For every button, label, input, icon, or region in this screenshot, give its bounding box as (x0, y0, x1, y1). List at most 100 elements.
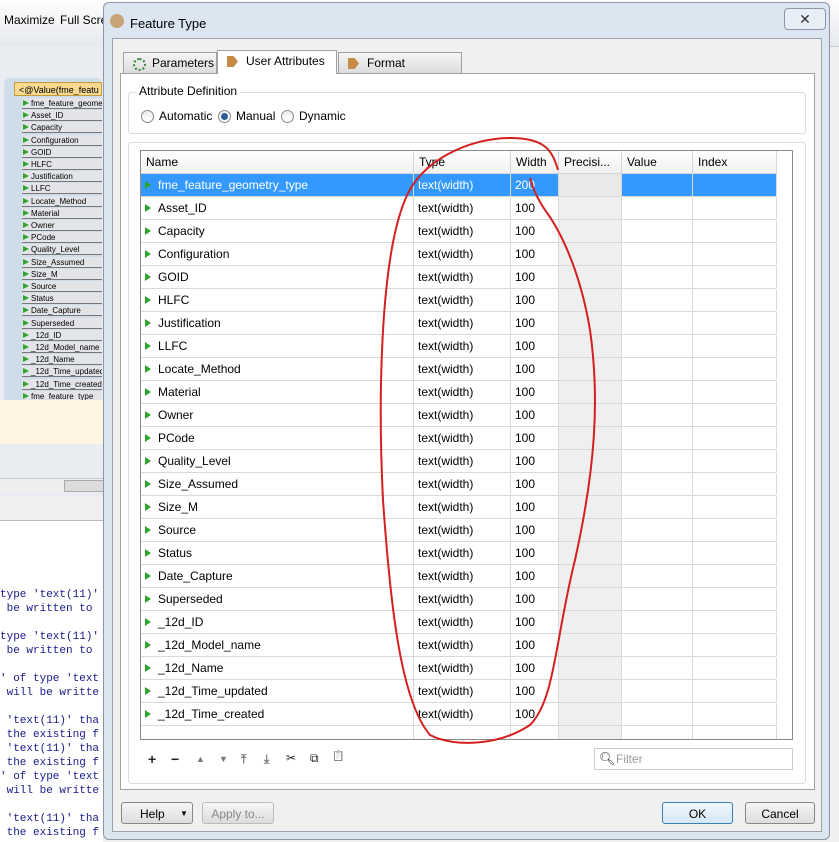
column-header[interactable]: Precisi... (559, 151, 622, 174)
tab-parameters[interactable]: Parameters (123, 52, 217, 73)
tree-attribute-item[interactable]: GOID (22, 146, 102, 158)
index-cell[interactable] (693, 358, 777, 380)
width-cell[interactable]: 100 (511, 565, 559, 587)
width-cell[interactable]: 100 (511, 427, 559, 449)
table-row[interactable]: _12d_Time_created text(width) 100 (141, 703, 777, 726)
type-cell[interactable]: text(width) (414, 634, 511, 656)
precision-cell[interactable] (559, 565, 622, 587)
width-cell[interactable]: 100 (511, 519, 559, 541)
table-row[interactable]: Size_M text(width) 100 (141, 496, 777, 519)
name-cell[interactable]: Status (141, 542, 414, 564)
precision-cell[interactable] (559, 381, 622, 403)
table-row[interactable]: _12d_ID text(width) 100 (141, 611, 777, 634)
index-cell[interactable] (693, 450, 777, 472)
expand-icon[interactable] (145, 296, 151, 304)
tree-attribute-item[interactable]: Material (22, 207, 102, 219)
type-cell[interactable]: text(width) (414, 197, 511, 219)
name-cell[interactable]: LLFC (141, 335, 414, 357)
type-cell[interactable]: text(width) (414, 312, 511, 334)
expand-icon[interactable] (145, 411, 151, 419)
radio-automatic[interactable]: Automatic (141, 108, 212, 124)
precision-cell[interactable] (559, 312, 622, 334)
tree-attribute-item[interactable]: Date_Capture (22, 305, 102, 317)
name-cell[interactable]: _12d_Time_updated (141, 680, 414, 702)
tree-attribute-item[interactable]: Source (22, 281, 102, 292)
tree-attribute-item[interactable]: Justification (22, 171, 102, 183)
precision-cell[interactable] (559, 335, 622, 357)
expand-icon[interactable] (145, 687, 151, 695)
width-cell[interactable]: 100 (511, 266, 559, 288)
name-cell[interactable]: Asset_ID (141, 197, 414, 219)
move-top-button[interactable]: ⤒ (241, 752, 246, 767)
remove-row-button[interactable]: − (171, 751, 179, 767)
expand-icon[interactable] (145, 710, 151, 718)
table-row[interactable]: GOID text(width) 100 (141, 266, 777, 289)
width-cell[interactable]: 100 (511, 358, 559, 380)
type-cell[interactable]: text(width) (414, 680, 511, 702)
precision-cell[interactable] (559, 404, 622, 426)
expand-icon[interactable] (145, 664, 151, 672)
type-cell[interactable]: text(width) (414, 427, 511, 449)
value-cell[interactable] (622, 312, 693, 334)
index-cell[interactable] (693, 634, 777, 656)
precision-cell[interactable] (559, 519, 622, 541)
table-row[interactable]: Locate_Method text(width) 100 (141, 358, 777, 381)
column-header[interactable]: Index (693, 151, 777, 174)
precision-cell[interactable] (559, 289, 622, 311)
tree-attribute-item[interactable]: fme_feature_geomet (22, 98, 102, 109)
expand-icon[interactable] (145, 549, 151, 557)
value-cell[interactable] (622, 496, 693, 518)
index-cell[interactable] (693, 726, 777, 739)
tree-attribute-item[interactable]: _12d_Name (22, 354, 102, 366)
tree-attribute-item[interactable]: Asset_ID (22, 110, 102, 122)
cancel-button[interactable]: Cancel (745, 802, 815, 824)
name-cell[interactable]: _12d_Time_created (141, 703, 414, 725)
value-cell[interactable] (622, 703, 693, 725)
copy-button[interactable]: ⧉ (310, 751, 319, 766)
fullscreen-button[interactable]: Full Scre (60, 13, 107, 27)
tree-attribute-item[interactable]: _12d_Time_updated (22, 366, 102, 378)
width-cell[interactable]: 100 (511, 703, 559, 725)
table-row[interactable]: Quality_Level text(width) 100 (141, 450, 777, 473)
table-row[interactable]: _12d_Name text(width) 100 (141, 657, 777, 680)
index-cell[interactable] (693, 266, 777, 288)
table-row[interactable]: _12d_Model_name text(width) 100 (141, 634, 777, 657)
add-row-button[interactable]: + (148, 751, 156, 767)
name-cell[interactable]: fme_feature_geometry_type (141, 174, 414, 196)
cut-button[interactable]: ✂ (286, 751, 296, 765)
index-cell[interactable] (693, 381, 777, 403)
width-cell[interactable]: 100 (511, 473, 559, 495)
precision-cell[interactable] (559, 174, 622, 196)
index-cell[interactable] (693, 496, 777, 518)
expand-icon[interactable] (145, 434, 151, 442)
table-row[interactable]: Owner text(width) 100 (141, 404, 777, 427)
table-row[interactable]: Material text(width) 100 (141, 381, 777, 404)
table-row[interactable]: _12d_Time_updated text(width) 100 (141, 680, 777, 703)
width-cell[interactable]: 100 (511, 404, 559, 426)
table-row[interactable]: HLFC text(width) 100 (141, 289, 777, 312)
width-cell[interactable]: 100 (511, 657, 559, 679)
value-cell[interactable] (622, 289, 693, 311)
tree-attribute-item[interactable]: Owner (22, 220, 102, 231)
value-cell[interactable] (622, 519, 693, 541)
expand-icon[interactable] (145, 595, 151, 603)
width-cell[interactable]: 100 (511, 243, 559, 265)
index-cell[interactable] (693, 473, 777, 495)
name-cell[interactable]: HLFC (141, 289, 414, 311)
precision-cell[interactable] (559, 611, 622, 633)
move-down-button[interactable]: ▼ (219, 754, 228, 764)
expand-icon[interactable] (145, 319, 151, 327)
width-cell[interactable]: 100 (511, 220, 559, 242)
tree-attribute-item[interactable]: Superseded (22, 317, 102, 329)
width-cell[interactable] (511, 726, 559, 739)
value-cell[interactable] (622, 542, 693, 564)
name-cell[interactable]: Source (141, 519, 414, 541)
value-cell[interactable] (622, 680, 693, 702)
name-cell[interactable]: Date_Capture (141, 565, 414, 587)
tree-attribute-item[interactable]: Configuration (22, 134, 102, 146)
type-cell[interactable]: text(width) (414, 473, 511, 495)
value-cell[interactable] (622, 266, 693, 288)
name-cell[interactable]: Capacity (141, 220, 414, 242)
precision-cell[interactable] (559, 243, 622, 265)
feature-type-header[interactable]: <@Value(fme_featu (14, 82, 102, 96)
